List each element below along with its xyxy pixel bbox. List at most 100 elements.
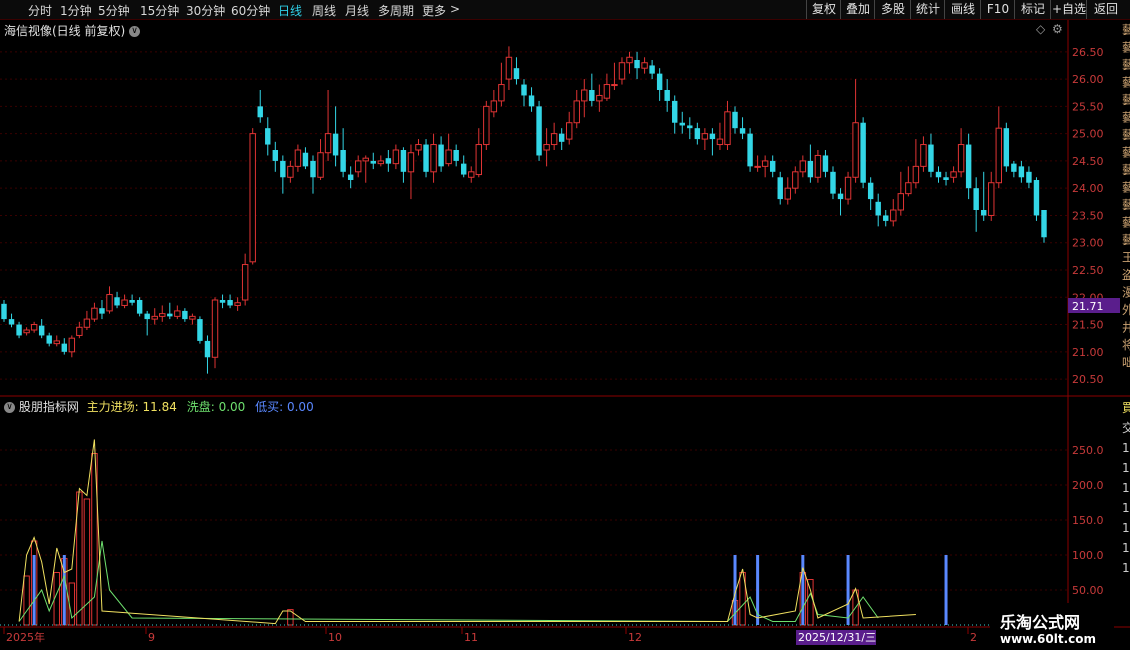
candle <box>144 310 150 336</box>
main-chart-title[interactable]: 海信视像(日线 前复权) ∨ <box>4 22 141 39</box>
candle <box>136 297 143 317</box>
period-tab-5[interactable]: 60分钟 <box>231 2 270 19</box>
candle <box>822 150 829 178</box>
candle <box>91 302 98 322</box>
candle <box>317 139 324 180</box>
gear-icon[interactable]: ⚙ <box>1052 22 1063 36</box>
strip-char: 藝 <box>1122 181 1130 195</box>
candle <box>799 155 807 178</box>
candle <box>536 100 542 161</box>
strip-char: 藝 <box>1122 163 1130 177</box>
period-tab-1[interactable]: 1分钟 <box>60 2 92 19</box>
indicator-tick-label: 50.00 <box>1072 584 1104 597</box>
candle <box>99 300 105 320</box>
candle <box>460 155 467 178</box>
candle <box>701 128 709 150</box>
period-tab-6[interactable]: 日线 <box>278 2 302 19</box>
candle <box>935 166 942 183</box>
low-buy-bar <box>62 555 66 625</box>
chevron-down-icon[interactable]: ∨ <box>129 26 141 37</box>
strip-char: 藝 <box>1122 76 1130 90</box>
candle <box>257 90 263 123</box>
candle <box>558 128 565 150</box>
period-tab-8[interactable]: 月线 <box>345 2 369 19</box>
candle <box>747 128 753 172</box>
toolbar-button-2[interactable]: 多股 <box>874 0 911 19</box>
site-watermark: 乐淘公式网 www.60lt.com <box>990 603 1114 650</box>
toolbar-button-7[interactable]: +自选 <box>1050 0 1087 19</box>
indicator-title[interactable]: ∨ 股朋指标网 主力进场: 11.84 洗盘: 0.00 低买: 0.00 <box>4 398 314 415</box>
candle <box>837 188 844 216</box>
stock-title: 海信视像(日线 前复权) <box>4 24 126 38</box>
candle <box>754 155 761 172</box>
period-tab-4[interactable]: 30分钟 <box>186 2 225 19</box>
period-tab-7[interactable]: 周线 <box>312 2 336 19</box>
candle <box>716 122 724 150</box>
candle <box>724 100 731 150</box>
price-tick-label: 23.50 <box>1072 209 1104 222</box>
candle <box>883 210 889 227</box>
price-tick-label: 23.00 <box>1072 237 1104 250</box>
candle <box>106 286 113 314</box>
chevron-down-icon[interactable]: ∨ <box>4 402 15 413</box>
strip-char: 盗 <box>1122 267 1130 282</box>
toolbar-button-8[interactable]: 返回 <box>1086 0 1125 19</box>
candle <box>634 51 640 80</box>
candle <box>672 95 678 134</box>
candle <box>550 122 558 150</box>
candle <box>8 313 15 328</box>
period-tab-9[interactable]: 多周期 <box>378 2 414 19</box>
candle <box>739 117 746 140</box>
candle <box>687 117 693 140</box>
strip-char: 藝 <box>1122 41 1130 55</box>
toolbar-button-0[interactable]: 复权 <box>806 0 841 19</box>
candle <box>83 310 91 330</box>
strip-char: 交 <box>1122 420 1130 435</box>
candle <box>973 177 979 232</box>
candle <box>129 294 135 306</box>
low-buy-bar <box>801 555 805 625</box>
candle <box>596 84 603 112</box>
period-tab-10[interactable]: 更多 <box>422 2 446 19</box>
candle <box>30 321 38 333</box>
candle <box>114 291 120 309</box>
period-tab-2[interactable]: 5分钟 <box>98 2 130 19</box>
indicator-lines <box>0 439 1068 626</box>
candle <box>249 128 256 265</box>
period-tab-0[interactable]: 分时 <box>28 2 52 19</box>
strip-char: 藝 <box>1122 58 1130 72</box>
candle <box>777 171 783 205</box>
candle <box>227 294 233 309</box>
candle <box>664 79 670 112</box>
candle <box>1003 122 1010 172</box>
candle <box>603 73 611 101</box>
price-y-axis: 26.50 26.00 25.50 25.00 24.50 24.00 23.50 23.00… <box>1072 46 1104 386</box>
candle <box>1018 160 1025 183</box>
candle <box>732 106 738 134</box>
toolbar-button-1[interactable]: 叠加 <box>840 0 875 19</box>
candle <box>761 155 769 178</box>
strip-char: 1 <box>1122 541 1130 555</box>
candle <box>769 155 776 178</box>
toolbar-button-3[interactable]: 统计 <box>910 0 945 19</box>
strip-char: 藝 <box>1122 198 1130 212</box>
more-arrow-icon[interactable]: > <box>450 2 460 16</box>
candle <box>445 133 452 167</box>
main-entry-label: 主力进场: 11.84 <box>86 400 177 414</box>
main-entry-line <box>18 439 916 625</box>
candle <box>204 335 211 374</box>
chart-area[interactable]: 26.50 26.00 25.50 25.00 24.50 24.00 23.50 23.00… <box>0 20 1130 650</box>
diamond-icon[interactable]: ◇ <box>1036 22 1045 36</box>
candle <box>407 144 415 200</box>
candle <box>265 117 271 156</box>
toolbar-button-5[interactable]: F10 <box>980 0 1015 19</box>
period-tab-3[interactable]: 15分钟 <box>140 2 179 19</box>
candle <box>23 327 30 336</box>
toolbar-button-4[interactable]: 画线 <box>944 0 981 19</box>
price-tick-label: 24.50 <box>1072 155 1104 168</box>
grid-lines <box>0 51 1068 591</box>
candle <box>362 155 369 183</box>
toolbar-button-6[interactable]: 标记 <box>1014 0 1051 19</box>
candle <box>566 111 573 145</box>
candle <box>844 171 852 205</box>
